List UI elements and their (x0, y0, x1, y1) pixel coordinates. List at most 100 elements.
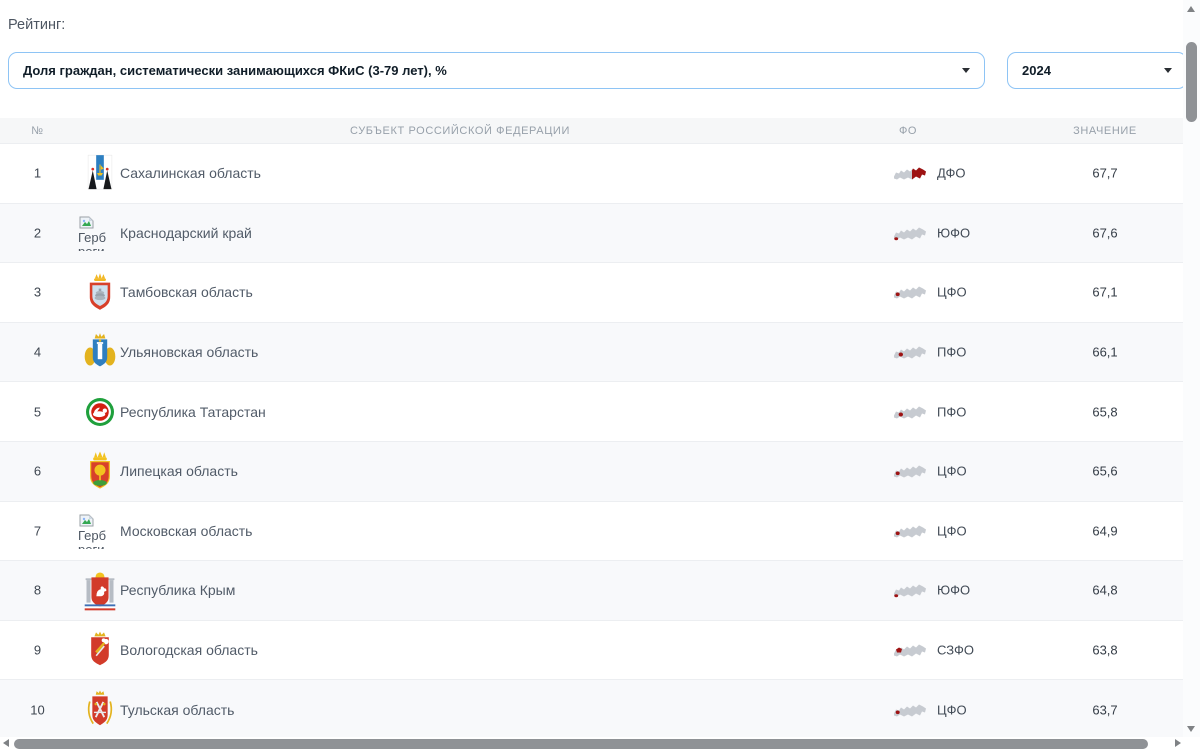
scroll-left-icon[interactable] (3, 739, 9, 747)
federal-district-map-icon (893, 223, 927, 242)
rank-cell: 10 (0, 702, 75, 717)
rank-cell: 6 (0, 464, 75, 479)
fo-label: СЗФО (937, 643, 974, 658)
region-name: Республика Татарстан (120, 404, 266, 420)
region-name: Тульская область (120, 702, 234, 718)
value-cell: 64,9 (1050, 523, 1160, 538)
coat-of-arms-icon: Герб реги (78, 507, 122, 555)
region-name: Липецкая область (120, 463, 238, 479)
chevron-down-icon (962, 68, 970, 73)
value-cell: 63,8 (1050, 643, 1160, 658)
rank-cell: 3 (0, 285, 75, 300)
fo-cell: ЦФО (893, 521, 967, 540)
fo-label: ЮФО (937, 225, 970, 240)
fo-cell: ПФО (893, 343, 966, 362)
coat-of-arms-icon (78, 388, 122, 436)
region-name: Республика Крым (120, 582, 235, 598)
fo-label: ПФО (937, 404, 966, 419)
value-cell: 65,6 (1050, 464, 1160, 479)
value-cell: 65,8 (1050, 404, 1160, 419)
table-header: № СУБЪЕКТ РОССИЙСКОЙ ФЕДЕРАЦИИ ФО ЗНАЧЕН… (0, 118, 1183, 144)
region-name: Краснодарский край (120, 225, 252, 241)
rank-cell: 4 (0, 345, 75, 360)
rank-cell: 8 (0, 583, 75, 598)
table-row[interactable]: 10 Тульская область ЦФО 63,7 (0, 680, 1183, 740)
table-body: 1 Сахалинская область ДФО 67,7 2 Герб ре… (0, 144, 1183, 740)
scroll-down-icon[interactable] (1187, 726, 1195, 732)
fo-cell: СЗФО (893, 641, 974, 660)
table-row[interactable]: 7 Герб реги Московская область ЦФО 64,9 (0, 502, 1183, 562)
coat-of-arms-icon (78, 447, 122, 495)
rating-page: Рейтинг: Доля граждан, систематически за… (0, 0, 1200, 750)
federal-district-map-icon (893, 521, 927, 540)
value-cell: 63,7 (1050, 702, 1160, 717)
rank-cell: 9 (0, 643, 75, 658)
rating-table: № СУБЪЕКТ РОССИЙСКОЙ ФЕДЕРАЦИИ ФО ЗНАЧЕН… (0, 118, 1183, 740)
coat-of-arms-icon (78, 149, 122, 197)
table-row[interactable]: 3 Тамбовская область ЦФО 67,1 (0, 263, 1183, 323)
fo-label: ЦФО (937, 464, 967, 479)
header-value: ЗНАЧЕНИЕ (1050, 125, 1160, 137)
vertical-scroll-thumb[interactable] (1186, 42, 1197, 122)
fo-label: ПФО (937, 345, 966, 360)
table-row[interactable]: 8 Республика Крым ЮФО 64,8 (0, 561, 1183, 621)
scroll-up-icon[interactable] (1187, 6, 1195, 12)
rating-label: Рейтинг: (8, 17, 65, 33)
federal-district-map-icon (893, 343, 927, 362)
rank-cell: 2 (0, 225, 75, 240)
federal-district-map-icon (893, 462, 927, 481)
coat-of-arms-icon (78, 328, 122, 376)
table-row[interactable]: 2 Герб реги Краснодарский край ЮФО 67,6 (0, 204, 1183, 264)
region-name: Тамбовская область (120, 284, 253, 300)
fo-label: ЦФО (937, 702, 967, 717)
rank-cell: 7 (0, 523, 75, 538)
year-select-value: 2024 (1022, 63, 1051, 78)
value-cell: 67,7 (1050, 166, 1160, 181)
indicator-select[interactable]: Доля граждан, систематически занимающихс… (8, 52, 985, 89)
rank-cell: 5 (0, 404, 75, 419)
rank-cell: 1 (0, 166, 75, 181)
horizontal-scrollbar[interactable] (0, 737, 1183, 750)
table-row[interactable]: 5 Республика Татарстан ПФО 65,8 (0, 382, 1183, 442)
federal-district-map-icon (893, 283, 927, 302)
broken-image-icon: Герб реги (78, 215, 122, 251)
federal-district-map-icon (893, 641, 927, 660)
header-rank: № (0, 125, 75, 137)
horizontal-scroll-thumb[interactable] (14, 739, 1148, 749)
table-row[interactable]: 6 Липецкая область ЦФО 65,6 (0, 442, 1183, 502)
fo-cell: ПФО (893, 402, 966, 421)
chevron-down-icon (1164, 68, 1172, 73)
federal-district-map-icon (893, 402, 927, 421)
table-row[interactable]: 4 Ульяновская область ПФО 66,1 (0, 323, 1183, 383)
region-name: Вологодская область (120, 642, 258, 658)
header-subject: СУБЪЕКТ РОССИЙСКОЙ ФЕДЕРАЦИИ (75, 125, 845, 137)
region-name: Сахалинская область (120, 165, 261, 181)
fo-label: ЮФО (937, 583, 970, 598)
fo-label: ЦФО (937, 285, 967, 300)
fo-cell: ЦФО (893, 283, 967, 302)
coat-of-arms-icon: Герб реги (78, 209, 122, 257)
federal-district-map-icon (893, 581, 927, 600)
value-cell: 64,8 (1050, 583, 1160, 598)
value-cell: 67,6 (1050, 225, 1160, 240)
coat-of-arms-icon (78, 626, 122, 674)
coat-of-arms-icon (78, 566, 122, 614)
header-fo: ФО (845, 125, 971, 137)
table-row[interactable]: 9 Вологодская область СЗФО 63,8 (0, 621, 1183, 681)
fo-label: ДФО (937, 166, 966, 181)
vertical-scrollbar[interactable] (1183, 0, 1200, 737)
table-row[interactable]: 1 Сахалинская область ДФО 67,7 (0, 144, 1183, 204)
fo-cell: ЮФО (893, 581, 970, 600)
fo-cell: ЮФО (893, 223, 970, 242)
indicator-select-value: Доля граждан, систематически занимающихс… (23, 63, 447, 78)
year-select[interactable]: 2024 (1007, 52, 1187, 89)
coat-of-arms-icon (78, 686, 122, 734)
fo-cell: ЦФО (893, 462, 967, 481)
scroll-right-icon[interactable] (1175, 739, 1181, 747)
region-name: Московская область (120, 523, 252, 539)
broken-image-icon: Герб реги (78, 513, 122, 549)
fo-cell: ЦФО (893, 700, 967, 719)
value-cell: 67,1 (1050, 285, 1160, 300)
fo-cell: ДФО (893, 164, 966, 183)
federal-district-map-icon (893, 164, 927, 183)
